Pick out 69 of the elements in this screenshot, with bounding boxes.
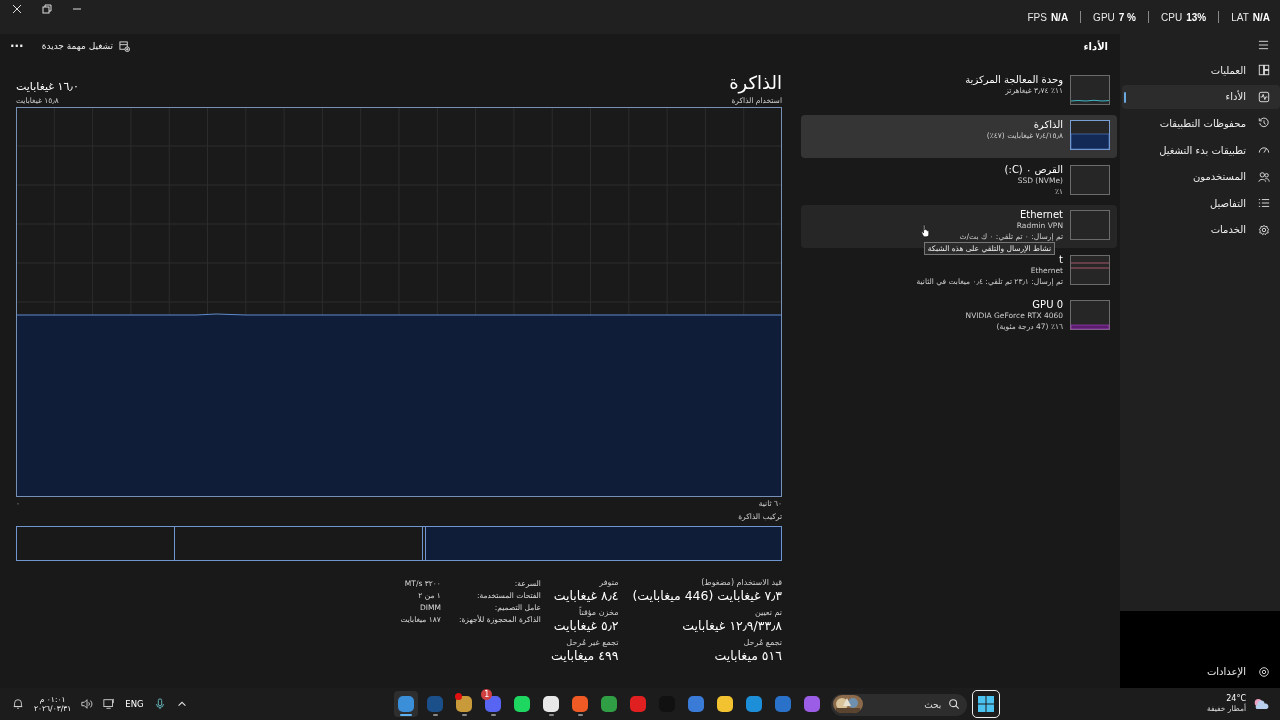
nav-item[interactable]: الأداء [1122, 84, 1280, 110]
windows-logo-icon [978, 696, 995, 712]
nav-item[interactable]: الخدمات [1122, 217, 1280, 243]
gpu-thumbnail-graph [1070, 300, 1110, 330]
overlay-label: FPS [1027, 11, 1047, 23]
overlay-value: 13% [1186, 11, 1207, 23]
new-task-icon [119, 40, 131, 52]
history-icon [1258, 117, 1270, 130]
stat-value: ٧٫٣ غيغابايت (446 ميغابايت) [632, 588, 782, 604]
search-icon [948, 698, 961, 710]
device-name: وحدة المعالجة المركزية [965, 74, 1063, 86]
notification-count: 1 [481, 689, 493, 700]
hand-cursor-icon [921, 224, 931, 238]
device-name: Ethernet [1019, 209, 1063, 221]
nav-item[interactable]: تطبيقات بدء التشغيل [1122, 137, 1280, 163]
stat-value: ١٢٫٩/٣٣٫٨ غيغابايت [682, 618, 782, 634]
more-button[interactable]: ··· [10, 39, 24, 53]
settings-icon [1258, 665, 1270, 678]
start-button[interactable] [972, 690, 1001, 718]
monitor-icon[interactable] [103, 698, 116, 710]
overlay-label: GPU [1093, 11, 1115, 23]
device-name: GPU 0 [1032, 299, 1063, 311]
nav-item[interactable]: التفاصيل [1122, 190, 1280, 216]
stat-value: ٥١٦ ميغابايت [714, 648, 782, 664]
stat-label: تجمع غير مُرحل [566, 637, 619, 648]
overlay-label: CPU [1161, 11, 1183, 23]
device-name: القرص ٠ (C:) [1004, 164, 1063, 176]
grid-icon [1258, 64, 1270, 77]
stat-label: متوفر [599, 577, 619, 588]
gear-icon [1258, 223, 1270, 236]
close-icon[interactable] [12, 4, 22, 14]
speaker-icon[interactable] [81, 698, 94, 710]
memory-total: ١٦٫٠ غيغابايت [16, 80, 79, 94]
list-icon [1258, 197, 1270, 210]
stat-label: مخزن مؤقتاً [579, 607, 619, 618]
stat-value: ٤٩٩ ميغابايت [550, 648, 619, 664]
nav-item[interactable]: محفوظات التطبيقات [1122, 111, 1280, 136]
disk-thumbnail-graph [1070, 165, 1110, 195]
nav-item[interactable]: المستخدمون [1122, 164, 1280, 189]
network-thumbnail-graph [1070, 255, 1110, 285]
overlay-value: 7 % [1118, 11, 1136, 23]
stat-label: تجمع مُرحل [743, 637, 782, 648]
language-indicator[interactable]: ENG [125, 699, 144, 709]
run-new-task-button[interactable]: تشغيل مهمة جديدة [41, 38, 131, 54]
cpu-thumbnail-graph [1070, 75, 1110, 105]
overlay-value: N/A [1252, 11, 1270, 23]
overlay-label: LAT [1231, 11, 1249, 23]
users-icon [1258, 170, 1270, 183]
pulse-icon [1258, 90, 1270, 103]
overlay-value: N/A [1050, 11, 1069, 23]
nav-item[interactable]: العمليات [1122, 58, 1280, 83]
device-name: الذاكرة [1033, 119, 1063, 131]
menu-icon[interactable] [1258, 40, 1269, 50]
network-thumbnail-graph [1070, 210, 1110, 240]
memory-thumbnail-graph [1070, 120, 1110, 150]
microphone-icon[interactable] [153, 698, 166, 710]
rain-cloud-icon[interactable] [1252, 696, 1270, 712]
stat-value: ٨٫٤ غيغابايت [553, 588, 619, 604]
restore-icon[interactable] [42, 4, 52, 14]
page-title: الأداء [1083, 40, 1108, 52]
stat-label: قيد الاستخدام (مضغوط) [701, 577, 782, 588]
taskbar-app[interactable] [394, 691, 419, 717]
taskbar-app[interactable]: 1 [481, 691, 506, 717]
stat-value: ٥٫٢ غيغابايت [553, 618, 619, 634]
memory-title: الذاكرة [729, 72, 782, 94]
temperature[interactable]: 24°C [1226, 694, 1246, 704]
stat-label: تم تعيين [754, 607, 782, 618]
device-name: t [1059, 254, 1063, 266]
notification-bell-icon[interactable] [12, 698, 24, 710]
